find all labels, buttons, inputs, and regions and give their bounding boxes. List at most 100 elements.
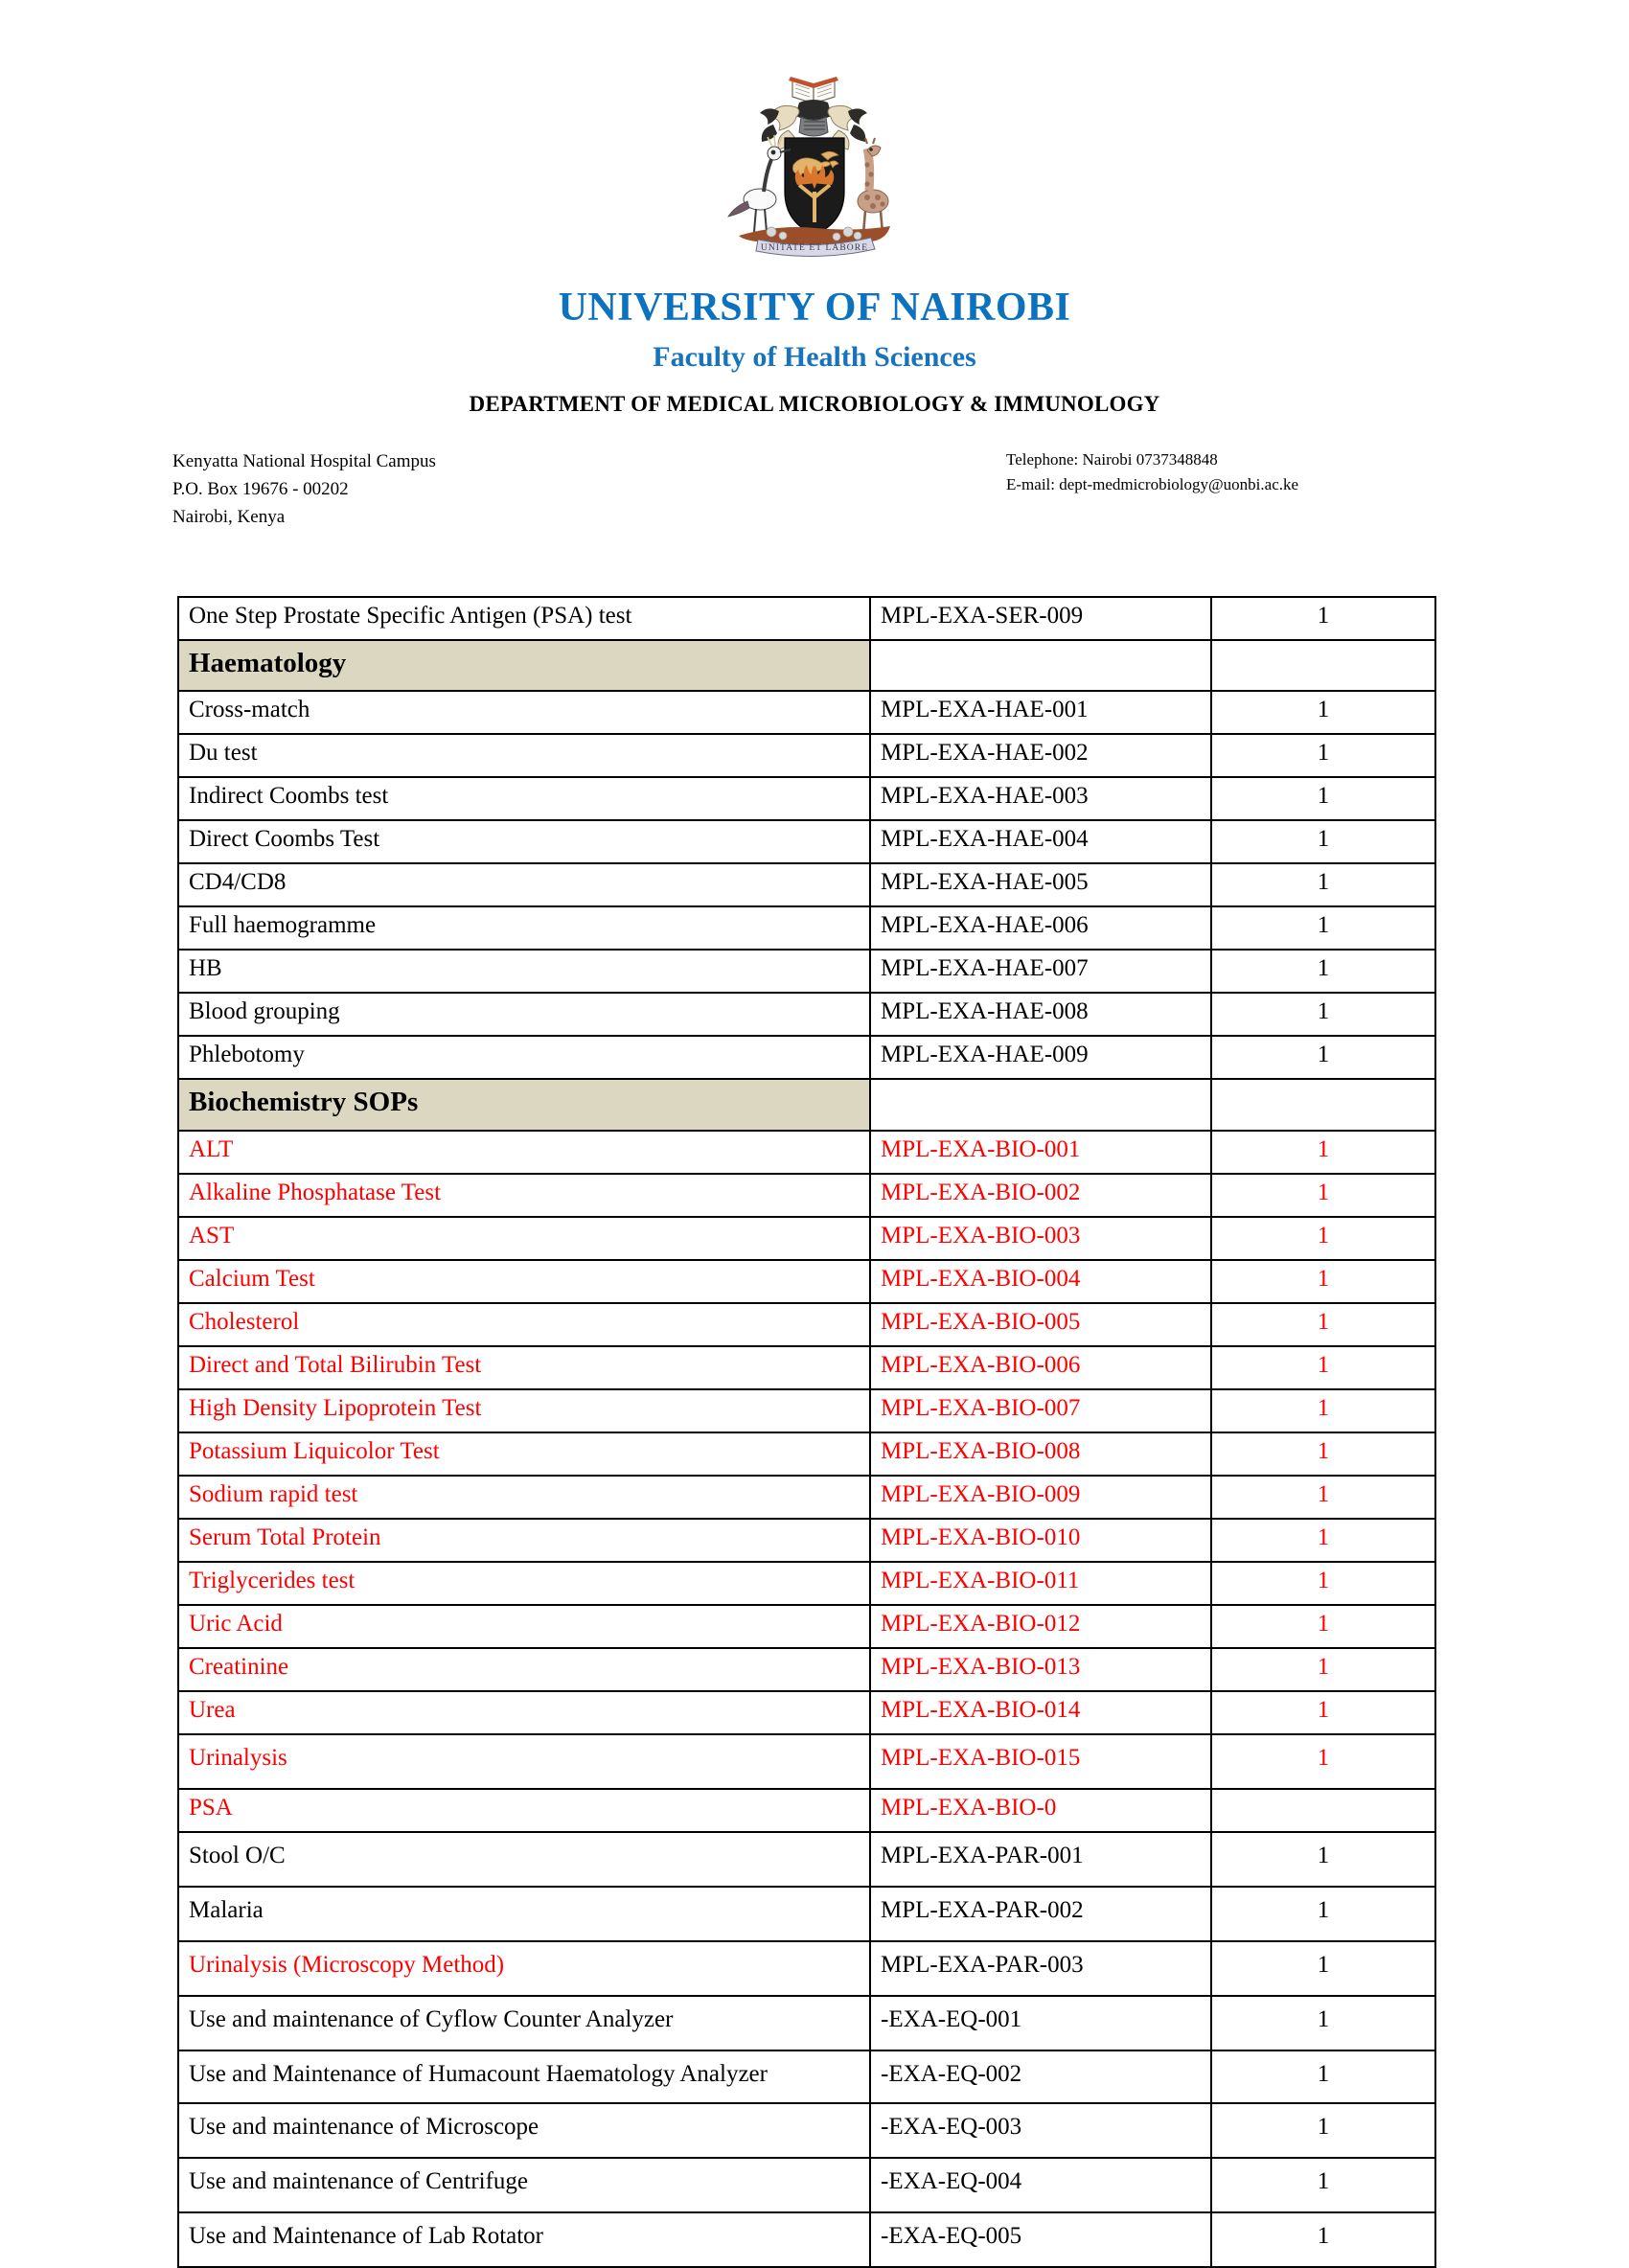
sop-quantity-cell: 1	[1210, 1431, 1436, 1477]
sop-table-row: Full haemogramme MPL-EXA-HAE-006 1	[177, 905, 1436, 951]
sop-code-cell	[869, 638, 1212, 693]
address-line-campus: Kenyatta National Hospital Campus	[172, 450, 436, 471]
sop-quantity-cell: 1	[1210, 1035, 1436, 1081]
sop-table-row: Phlebotomy MPL-EXA-HAE-009 1	[177, 1035, 1436, 1081]
sop-name-cell: High Density Lipoprotein Test	[177, 1387, 871, 1433]
sop-quantity-cell: 1	[1210, 690, 1436, 736]
sop-section-row: Haematology	[177, 638, 1436, 693]
sop-quantity-cell: 1	[1210, 2211, 1436, 2268]
sop-code-cell: MPL-EXA-HAE-001	[869, 690, 1212, 736]
sop-code-cell: MPL-EXA-BIO-010	[869, 1517, 1212, 1563]
sop-name-cell: Creatinine	[177, 1646, 871, 1692]
sop-name-cell: Du test	[177, 733, 871, 779]
sop-table-row: Uric Acid MPL-EXA-BIO-012 1	[177, 1603, 1436, 1649]
sop-name-cell: Uric Acid	[177, 1603, 871, 1649]
sop-quantity-cell: 1	[1210, 1258, 1436, 1304]
sop-table-row: Cross-match MPL-EXA-HAE-001 1	[177, 690, 1436, 736]
address-line-box: P.O. Box 19676 - 00202	[172, 479, 349, 500]
sop-quantity-cell: 1	[1210, 1646, 1436, 1692]
sop-name-cell: Cholesterol	[177, 1301, 871, 1347]
sop-name-cell: Triglycerides test	[177, 1560, 871, 1606]
university-name: UNIVERSITY OF NAIROBI	[558, 286, 1071, 330]
sop-table-row: High Density Lipoprotein Test MPL-EXA-BIO…	[177, 1387, 1436, 1433]
sop-table-row: Use and Maintenance of Humacount Haemato…	[177, 2049, 1436, 2104]
email-line: E-mail: dept-medmicrobiology@uonbi.ac.ke	[1006, 474, 1299, 493]
sop-quantity-cell: 1	[1210, 1387, 1436, 1433]
sop-table-row: CD4/CD8 MPL-EXA-HAE-005 1	[177, 862, 1436, 908]
sop-name-cell: HB	[177, 949, 871, 995]
sop-quantity-cell	[1210, 1078, 1436, 1132]
sop-quantity-cell: 1	[1210, 1830, 1436, 1888]
sop-quantity-cell: 1	[1210, 1885, 1436, 1942]
sop-code-cell: MPL-EXA-HAE-008	[869, 992, 1212, 1038]
sop-name-cell: Urea	[177, 1689, 871, 1735]
sop-name-cell: PSA	[177, 1787, 871, 1833]
sop-table-row: Triglycerides test MPL-EXA-BIO-011 1	[177, 1560, 1436, 1606]
postal-address: Kenyatta National Hospital Campus P.O. B…	[172, 447, 436, 532]
sop-quantity-cell: 1	[1210, 1172, 1436, 1218]
sop-name-cell: Direct and Total Bilirubin Test	[177, 1344, 871, 1390]
sop-quantity-cell	[1210, 1787, 1436, 1833]
sop-table-row: Malaria MPL-EXA-PAR-002 1	[177, 1885, 1436, 1942]
crest-motto-text: UNITATE ET LABORE	[761, 243, 868, 253]
sop-code-cell: MPL-EXA-HAE-004	[869, 819, 1212, 865]
sop-code-cell: MPL-EXA-BIO-005	[869, 1301, 1212, 1347]
letterhead: UNITATE ET LABORE UNIVERSITY OF NAIROBI …	[0, 0, 1629, 417]
sop-code-cell: MPL-EXA-HAE-009	[869, 1035, 1212, 1081]
sop-code-cell: MPL-EXA-BIO-014	[869, 1689, 1212, 1735]
sop-code-cell: MPL-EXA-BIO-007	[869, 1387, 1212, 1433]
sop-table-row: Stool O/C MPL-EXA-PAR-001 1	[177, 1830, 1436, 1888]
sop-code-cell: -EXA-EQ-004	[869, 2156, 1212, 2213]
sop-name-cell: Use and Maintenance of Lab Rotator	[177, 2211, 871, 2268]
sop-name-cell: Alkaline Phosphatase Test	[177, 1172, 871, 1218]
sop-quantity-cell: 1	[1210, 1129, 1436, 1175]
sop-code-cell: MPL-EXA-BIO-013	[869, 1646, 1212, 1692]
sop-table-row: Indirect Coombs test MPL-EXA-HAE-003 1	[177, 776, 1436, 822]
sop-table-row: Urinalysis (Microscopy Method) MPL-EXA-PA…	[177, 1939, 1436, 1997]
sop-code-cell: MPL-EXA-BIO-001	[869, 1129, 1212, 1175]
address-line-city: Nairobi, Kenya	[172, 507, 286, 528]
sop-code-cell: MPL-EXA-PAR-001	[869, 1830, 1212, 1888]
sop-code-cell: MPL-EXA-BIO-011	[869, 1560, 1212, 1606]
sop-quantity-cell: 1	[1210, 862, 1436, 908]
sop-name-cell: One Step Prostate Specific Antigen (PSA)…	[177, 596, 871, 641]
sop-table-row: PSA MPL-EXA-BIO-0	[177, 1787, 1436, 1833]
sop-table-row: Urea MPL-EXA-BIO-014 1	[177, 1689, 1436, 1735]
sop-quantity-cell: 1	[1210, 1689, 1436, 1735]
sop-name-cell: Use and maintenance of Microscope	[177, 2101, 871, 2159]
sop-name-cell: Malaria	[177, 1885, 871, 1942]
sop-quantity-cell: 1	[1210, 2101, 1436, 2159]
sop-quantity-cell: 1	[1210, 1939, 1436, 1997]
sop-quantity-cell: 1	[1210, 992, 1436, 1038]
sop-name-cell: Use and Maintenance of Humacount Haemato…	[177, 2049, 871, 2104]
sop-name-cell: Urinalysis (Microscopy Method)	[177, 1939, 871, 1997]
sop-table-row: Alkaline Phosphatase Test MPL-EXA-BIO-002…	[177, 1172, 1436, 1218]
sop-section-row: Biochemistry SOPs	[177, 1078, 1436, 1132]
sop-table-row: Use and maintenance of Centrifuge -EXA-EQ…	[177, 2156, 1436, 2213]
sop-code-cell: -EXA-EQ-003	[869, 2101, 1212, 2159]
sop-table-row: Blood grouping MPL-EXA-HAE-008 1	[177, 992, 1436, 1038]
sop-table-row: Cholesterol MPL-EXA-BIO-005 1	[177, 1301, 1436, 1347]
sop-name-cell: Cross-match	[177, 690, 871, 736]
sop-code-cell: MPL-EXA-BIO-009	[869, 1474, 1212, 1520]
sop-table-row: Calcium Test MPL-EXA-BIO-004 1	[177, 1258, 1436, 1304]
sop-code-cell: -EXA-EQ-002	[869, 2049, 1212, 2104]
sop-name-cell: Serum Total Protein	[177, 1517, 871, 1563]
sop-code-cell: MPL-EXA-BIO-015	[869, 1732, 1212, 1790]
sop-table-row: Direct Coombs Test MPL-EXA-HAE-004 1	[177, 819, 1436, 865]
sop-quantity-cell: 1	[1210, 1215, 1436, 1261]
sop-table-row: Direct and Total Bilirubin Test MPL-EXA-B…	[177, 1344, 1436, 1390]
sop-table-row: Urinalysis MPL-EXA-BIO-015 1	[177, 1732, 1436, 1790]
sop-code-cell: MPL-EXA-BIO-004	[869, 1258, 1212, 1304]
contact-details: Telephone: Nairobi 0737348848 E-mail: de…	[1006, 447, 1298, 498]
sop-table-row: Sodium rapid test MPL-EXA-BIO-009 1	[177, 1474, 1436, 1520]
sop-table-wrap: One Step Prostate Specific Antigen (PSA)…	[177, 596, 1436, 2268]
sop-name-cell: Direct Coombs Test	[177, 819, 871, 865]
sop-quantity-cell: 1	[1210, 1994, 1436, 2051]
sop-table-row: Use and maintenance of Cyflow Counter An…	[177, 1994, 1436, 2051]
faculty-name: Faculty of Health Sciences	[653, 341, 976, 374]
sop-table-row: ALT MPL-EXA-BIO-001 1	[177, 1129, 1436, 1175]
sop-code-cell: MPL-EXA-HAE-006	[869, 905, 1212, 951]
sop-quantity-cell: 1	[1210, 2049, 1436, 2104]
sop-quantity-cell: 1	[1210, 733, 1436, 779]
